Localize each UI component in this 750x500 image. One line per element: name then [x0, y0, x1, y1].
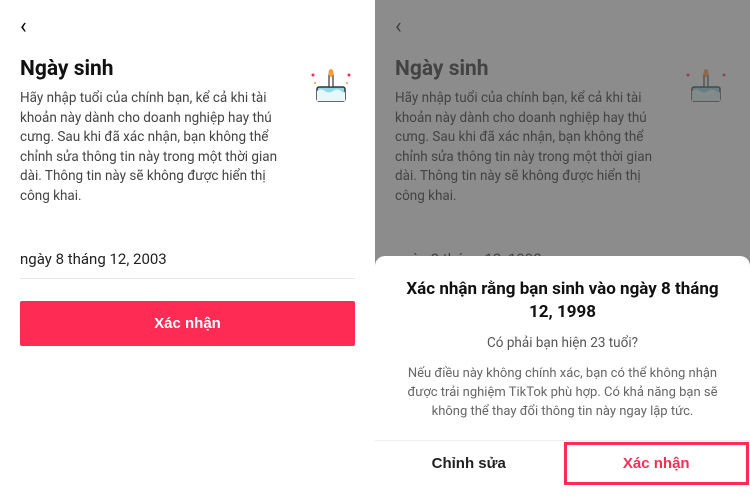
- page-description: Hãy nhập tuổi của chính bạn, kể cả khi t…: [20, 89, 290, 206]
- modal-warning-text: Nếu điều này không chính xác, bạn có thể…: [393, 365, 732, 422]
- header-text: Ngày sinh Hãy nhập tuổi của chính bạn, k…: [20, 57, 290, 206]
- header: Ngày sinh Hãy nhập tuổi của chính bạn, k…: [20, 57, 355, 206]
- edit-button[interactable]: Chỉnh sửa: [375, 441, 563, 486]
- modal-actions: Chỉnh sửa Xác nhận: [375, 440, 750, 486]
- confirm-button[interactable]: Xác nhận: [563, 441, 750, 486]
- modal-age-question: Có phải bạn hiện 23 tuổi?: [393, 335, 732, 351]
- birthday-date-field[interactable]: ngày 8 tháng 12, 2003: [20, 250, 355, 279]
- confirm-button[interactable]: Xác nhận: [20, 301, 355, 346]
- page-title: Ngày sinh: [20, 57, 290, 81]
- modal-title: Xác nhận rằng bạn sinh vào ngày 8 tháng …: [393, 278, 732, 324]
- birthday-screen-right: ‹ Ngày sinh Hãy nhập tuổi của chính bạn,…: [375, 0, 750, 500]
- confirm-birthday-modal: Xác nhận rằng bạn sinh vào ngày 8 tháng …: [375, 256, 750, 500]
- birthday-cake-icon: [307, 61, 355, 113]
- back-button[interactable]: ‹: [20, 14, 27, 39]
- birthday-screen-left: ‹ Ngày sinh Hãy nhập tuổi của chính bạn,…: [0, 0, 375, 500]
